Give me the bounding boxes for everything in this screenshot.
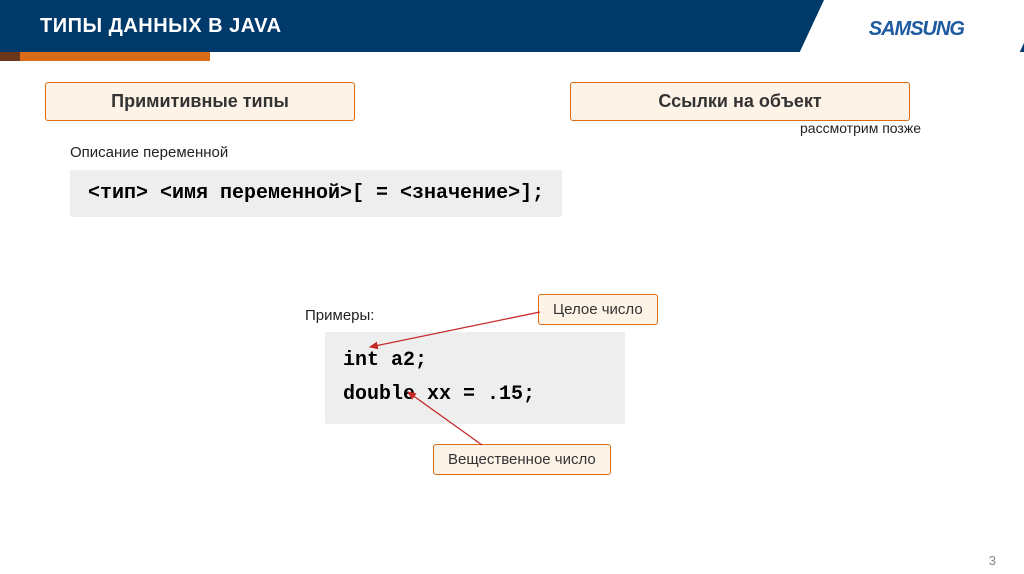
code-int-line: int a2; [343,344,607,378]
note-later: рассмотрим позже [800,120,921,136]
annotation-real: Вещественное число [433,444,611,475]
annotation-integer: Целое число [538,294,658,325]
ribbon-object-refs: Ссылки на объект [570,82,910,121]
page-number: 3 [989,553,996,568]
examples-label: Примеры: [305,307,374,324]
code-examples: int a2; double xx = .15; [325,332,625,424]
variable-desc-label: Описание переменной [70,144,228,161]
slide-content: Примитивные типы Ссылки на объект рассмо… [0,52,1024,574]
slide-title: ТИПЫ ДАННЫХ В JAVA [40,15,282,38]
topbar: ТИПЫ ДАННЫХ В JAVA SAMSUNG [0,0,1024,52]
ribbon-primitive-types: Примитивные типы [45,82,355,121]
code-syntax: <тип> <имя переменной>[ = <значение>]; [70,170,562,217]
code-double-line: double xx = .15; [343,378,607,412]
samsung-logo: SAMSUNG [869,18,964,41]
